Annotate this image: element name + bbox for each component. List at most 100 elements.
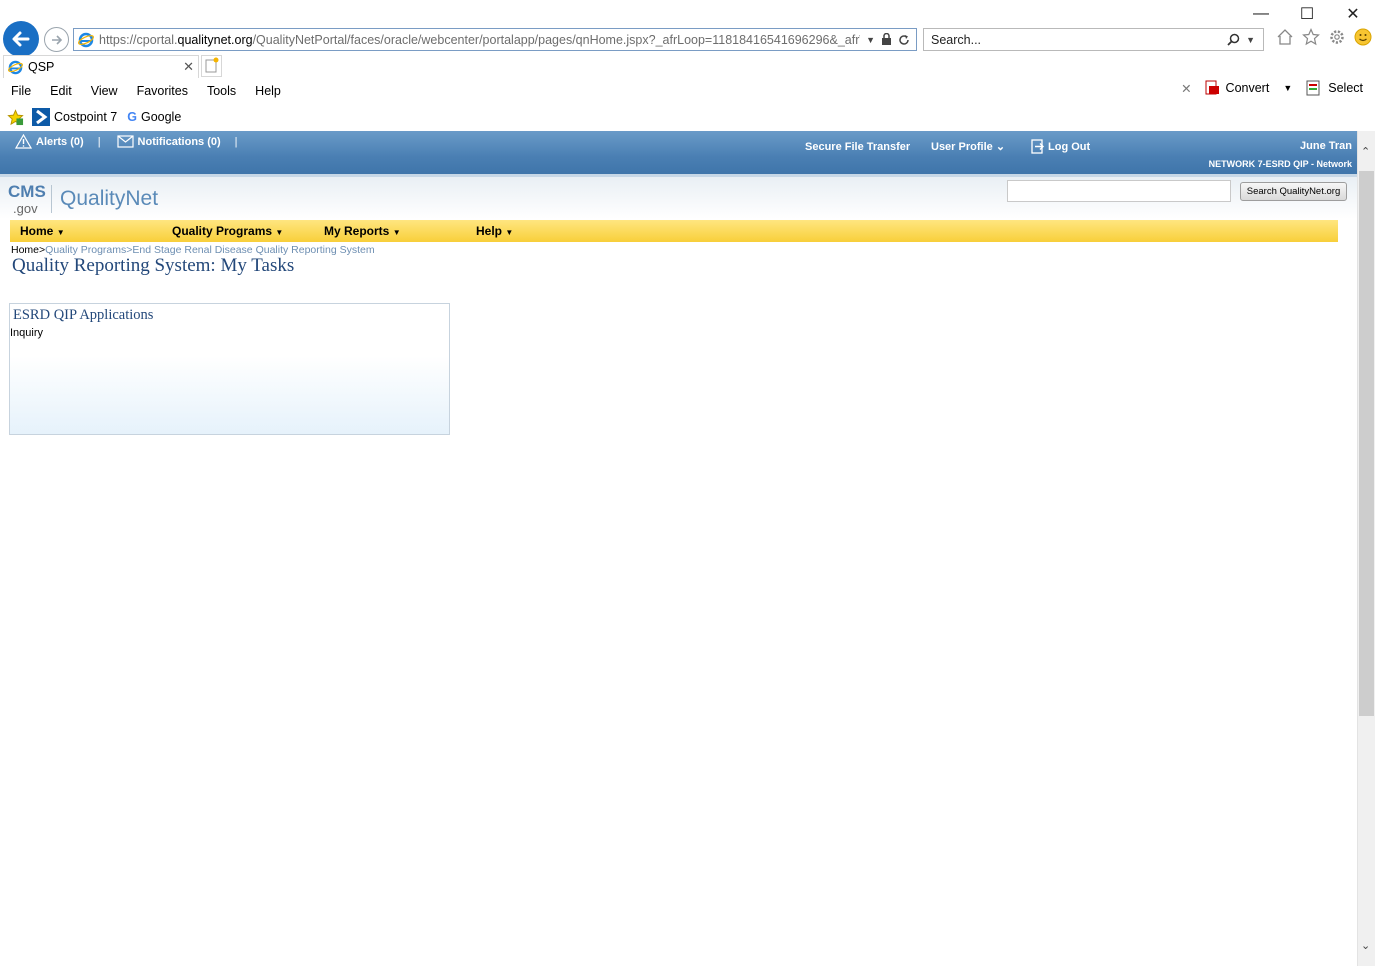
page-title: Quality Reporting System: My Tasks xyxy=(12,255,295,276)
user-profile-menu[interactable]: User Profile ⌄ xyxy=(931,140,1005,153)
ie-tab-icon xyxy=(8,60,23,74)
site-header: CMS .gov QualityNet Search QualityNet.or… xyxy=(0,177,1357,219)
favorites-bar: Costpoint 7 G Google xyxy=(0,106,1375,128)
search-tools: ▼ xyxy=(1227,33,1263,46)
tab-title: QSP xyxy=(28,60,55,74)
cms-logo[interactable]: CMS xyxy=(8,183,46,200)
scroll-up-icon[interactable]: ⌃ xyxy=(1361,145,1370,158)
browser-search-input[interactable]: Search... ▼ xyxy=(923,28,1264,51)
address-bar[interactable]: https://cportal.qualitynet.org/QualityNe… xyxy=(73,28,917,51)
back-button[interactable] xyxy=(3,21,39,57)
alerts-area: Alerts (0) | Notifications (0) | xyxy=(15,134,250,149)
back-icon xyxy=(12,31,30,47)
menu-view[interactable]: View xyxy=(91,84,118,98)
log-out-label: Log Out xyxy=(1048,140,1091,153)
minimize-icon[interactable]: — xyxy=(1251,5,1271,23)
new-tab-icon xyxy=(205,57,219,73)
portal-top-bar: Alerts (0) | Notifications (0) | Secure … xyxy=(0,131,1357,174)
alert-icon xyxy=(15,134,32,149)
nav-quality-programs-label: Quality Programs xyxy=(172,224,273,238)
menu-help[interactable]: Help xyxy=(255,84,281,98)
home-icon[interactable] xyxy=(1276,28,1294,46)
refresh-icon[interactable] xyxy=(898,34,910,46)
main-navigation: Home ▼ Quality Programs ▼ My Reports ▼ H… xyxy=(10,220,1338,242)
url-prefix: https://cportal. xyxy=(99,32,178,47)
scroll-down-icon[interactable]: ⌄ xyxy=(1361,939,1370,952)
favorite-google[interactable]: Google xyxy=(141,110,181,124)
convert-button[interactable]: Convert xyxy=(1226,81,1270,95)
chevron-down-icon: ⌄ xyxy=(995,141,1006,153)
browser-chrome: — ☐ ✕ https://cportal.qualitynet.org/Qua… xyxy=(0,0,1375,131)
logout-icon xyxy=(1031,139,1044,154)
page-content: Alerts (0) | Notifications (0) | Secure … xyxy=(0,131,1357,966)
scrollbar-thumb[interactable] xyxy=(1359,171,1374,716)
smiley-icon[interactable] xyxy=(1354,28,1372,46)
cms-gov-logo: .gov xyxy=(13,201,38,216)
separator: | xyxy=(97,135,101,148)
nav-my-reports-label: My Reports xyxy=(324,224,390,238)
close-tab-icon[interactable]: ✕ xyxy=(183,59,194,75)
gear-icon[interactable] xyxy=(1328,28,1346,46)
esrd-qip-applications-panel: ESRD QIP Applications Inquiry xyxy=(9,303,450,435)
menu-file[interactable]: File xyxy=(11,84,31,98)
inquiry-link[interactable]: Inquiry xyxy=(10,327,43,339)
secure-file-transfer-link[interactable]: Secure File Transfer xyxy=(805,141,910,153)
ie-icon xyxy=(78,32,94,47)
user-profile-label: User Profile xyxy=(931,141,993,153)
nav-help-label: Help xyxy=(476,224,503,238)
caret-down-icon: ▼ xyxy=(56,228,65,237)
menu-favorites[interactable]: Favorites xyxy=(137,84,188,98)
forward-button[interactable] xyxy=(44,27,69,52)
nav-home-label: Home xyxy=(20,224,54,238)
maximize-icon[interactable]: ☐ xyxy=(1297,4,1317,24)
tab-qsp[interactable]: QSP ✕ xyxy=(3,55,199,78)
search-dropdown-icon[interactable]: ▼ xyxy=(1246,35,1255,45)
vertical-scrollbar[interactable]: ⌃ ⌄ xyxy=(1357,131,1375,966)
search-icon[interactable] xyxy=(1227,33,1240,46)
panel-title: ESRD QIP Applications xyxy=(13,307,154,323)
close-window-icon[interactable]: ✕ xyxy=(1343,4,1363,24)
qualitynet-logo[interactable]: QualityNet xyxy=(60,187,158,211)
favorites-star-icon[interactable] xyxy=(7,108,24,126)
nav-my-reports[interactable]: My Reports ▼ xyxy=(324,224,401,238)
site-search-input[interactable] xyxy=(1007,180,1231,202)
convert-pdf-icon xyxy=(1205,80,1219,95)
log-out-button[interactable]: Log Out xyxy=(1031,139,1090,154)
envelope-icon xyxy=(116,135,134,148)
convert-dropdown-icon[interactable]: ▼ xyxy=(1283,83,1292,93)
search-placeholder: Search... xyxy=(931,32,982,47)
close-toolbar-icon[interactable]: ✕ xyxy=(1181,81,1191,96)
dropdown-icon[interactable]: ▼ xyxy=(866,35,875,45)
user-name: June Tran xyxy=(1300,140,1352,152)
network-label: NETWORK 7-ESRD QIP - Network xyxy=(1208,159,1352,169)
window-controls: — ☐ ✕ xyxy=(1251,4,1363,24)
url-path: /QualityNetPortal/faces/oracle/webcenter… xyxy=(252,32,861,47)
menu-tools[interactable]: Tools xyxy=(207,84,236,98)
toolbar-icons xyxy=(1276,28,1372,46)
notifications-link[interactable]: Notifications (0) xyxy=(138,136,221,148)
separator: | xyxy=(234,135,238,148)
nav-quality-programs[interactable]: Quality Programs ▼ xyxy=(172,224,283,238)
url-text[interactable]: https://cportal.qualitynet.org/QualityNe… xyxy=(99,33,860,47)
caret-down-icon: ▼ xyxy=(275,228,284,237)
url-domain: qualitynet.org xyxy=(177,32,253,47)
caret-down-icon: ▼ xyxy=(392,228,401,237)
nav-home[interactable]: Home ▼ xyxy=(20,224,65,238)
star-icon[interactable] xyxy=(1302,28,1320,46)
menu-edit[interactable]: Edit xyxy=(50,84,72,98)
google-icon: G xyxy=(127,110,137,124)
new-tab-button[interactable] xyxy=(201,55,222,77)
menu-bar: File Edit View Favorites Tools Help xyxy=(0,79,1375,102)
pdf-toolbar: ✕ Convert ▼ Select xyxy=(1181,80,1363,96)
nav-help[interactable]: Help ▼ xyxy=(476,224,513,238)
alerts-link[interactable]: Alerts (0) xyxy=(36,136,84,148)
select-button[interactable]: Select xyxy=(1328,81,1363,95)
logo-divider xyxy=(51,185,52,213)
costpoint-icon xyxy=(32,108,50,126)
forward-icon xyxy=(51,34,62,45)
address-tools: ▼ xyxy=(860,33,916,46)
search-qualitynet-button[interactable]: Search QualityNet.org xyxy=(1240,182,1347,201)
lock-icon[interactable] xyxy=(881,33,892,46)
favorite-costpoint[interactable]: Costpoint 7 xyxy=(54,110,117,124)
select-pdf-icon xyxy=(1306,80,1320,96)
